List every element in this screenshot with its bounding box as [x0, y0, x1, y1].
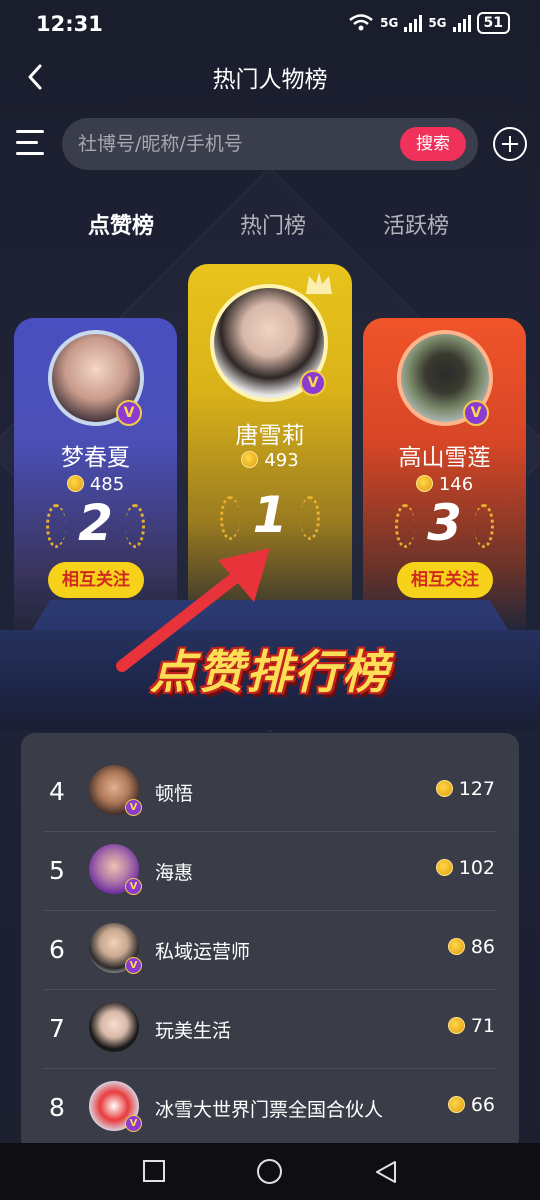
v-badge-icon: V — [125, 799, 142, 816]
network-label-2: 5G — [428, 16, 447, 30]
list-rank: 4 — [49, 777, 65, 806]
coin-icon — [447, 938, 465, 955]
podium-score: 493 — [188, 450, 352, 471]
ranking-list: 4 V 顿悟 127 5 V 海惠 102 6 V 私域运营师 86 7 玩美生… — [21, 733, 519, 1153]
list-name: 玩美生活 — [155, 1020, 232, 1042]
search-bar: 搜索 — [62, 118, 478, 170]
podium-score: 485 — [14, 474, 177, 495]
avatar — [89, 1002, 139, 1052]
status-time: 12:31 — [36, 12, 103, 36]
search-button[interactable]: 搜索 — [400, 127, 466, 161]
list-score: 127 — [435, 778, 495, 800]
list-score: 86 — [447, 936, 495, 958]
list-item[interactable]: 8 V 冰雪大世界门票全国合伙人 66 — [43, 1069, 497, 1148]
page-title: 热门人物榜 — [212, 67, 328, 93]
list-rank: 8 — [49, 1093, 65, 1122]
coin-icon — [66, 475, 84, 492]
tab-active[interactable]: 活跃榜 — [383, 208, 449, 240]
status-bar: 12:31 5G 5G 51 — [0, 0, 540, 48]
list-item[interactable]: 4 V 顿悟 127 — [43, 753, 497, 832]
wifi-icon — [349, 14, 373, 31]
list-rank: 5 — [49, 856, 65, 885]
signal-icon — [452, 14, 471, 32]
v-badge-icon: V — [125, 878, 142, 895]
battery-icon: 51 — [476, 12, 510, 34]
coin-icon — [435, 780, 453, 797]
coin-icon — [435, 859, 453, 876]
plus-icon[interactable] — [493, 127, 527, 161]
podium-name: 唐雪莉 — [235, 423, 305, 449]
list-name: 冰雪大世界门票全国合伙人 — [155, 1099, 384, 1121]
crown-icon — [306, 272, 332, 294]
list-rank: 7 — [49, 1014, 65, 1043]
v-badge-icon: V — [125, 957, 142, 974]
nav-square-icon[interactable] — [143, 1160, 165, 1182]
podium-score: 146 — [363, 474, 526, 495]
list-name: 海惠 — [155, 862, 194, 884]
nav-back-icon[interactable] — [374, 1159, 398, 1185]
list-item[interactable]: 7 玩美生活 71 — [43, 990, 497, 1069]
coin-icon — [447, 1096, 465, 1113]
coin-icon — [447, 1017, 465, 1034]
list-name: 顿悟 — [155, 783, 194, 805]
rank-number: 3 — [427, 494, 462, 552]
v-badge-icon: V — [116, 400, 142, 426]
status-icons: 5G 5G 51 — [348, 12, 510, 34]
v-badge-icon: V — [463, 400, 489, 426]
coin-icon — [415, 475, 433, 492]
coin-icon — [241, 451, 259, 468]
list-rank: 6 — [49, 935, 65, 964]
menu-icon[interactable] — [16, 130, 44, 156]
podium-name: 高山雪莲 — [398, 445, 491, 471]
podium-name: 梦春夏 — [61, 445, 130, 471]
annotation-arrow — [116, 548, 270, 672]
list-item[interactable]: 6 V 私域运营师 86 — [43, 911, 497, 990]
list-name: 私域运营师 — [155, 941, 251, 963]
tab-hot[interactable]: 热门榜 — [240, 208, 306, 240]
follow-button[interactable]: 相互关注 — [397, 562, 493, 598]
list-score: 66 — [447, 1094, 495, 1116]
network-label-1: 5G — [380, 16, 399, 30]
list-score: 102 — [435, 857, 495, 879]
search-input[interactable] — [78, 130, 398, 158]
list-score: 71 — [447, 1015, 495, 1037]
signal-icon — [404, 14, 423, 32]
list-item[interactable]: 5 V 海惠 102 — [43, 832, 497, 911]
podium-card-rank-3[interactable]: V 高山雪莲 146 3 相互关注 — [363, 318, 526, 630]
v-badge-icon: V — [300, 370, 326, 396]
tab-likes[interactable]: 点赞榜 — [88, 208, 154, 240]
v-badge-icon: V — [125, 1115, 142, 1132]
navigation-bar — [0, 1143, 540, 1200]
nav-home-icon[interactable] — [257, 1159, 282, 1184]
